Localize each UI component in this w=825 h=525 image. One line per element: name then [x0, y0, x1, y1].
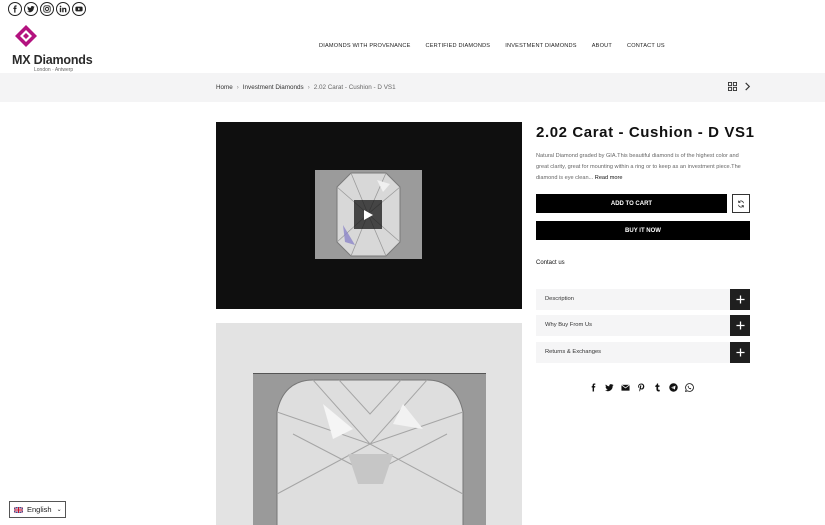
plus-icon[interactable]	[730, 342, 750, 363]
compare-button[interactable]	[732, 194, 750, 213]
grid-icon[interactable]	[728, 82, 737, 91]
product-image[interactable]	[216, 323, 522, 525]
telegram-icon[interactable]	[669, 383, 678, 392]
breadcrumb-current: 2.02 Carat - Cushion - D VS1	[313, 84, 396, 91]
uk-flag-icon	[14, 506, 23, 513]
facebook-icon[interactable]	[589, 383, 598, 392]
nav-item-diamonds-with-provenance[interactable]: DIAMONDS WITH PROVENANCE	[319, 43, 411, 49]
tumblr-icon[interactable]	[653, 383, 662, 392]
play-button[interactable]	[354, 200, 382, 229]
plus-icon[interactable]	[730, 315, 750, 336]
nav-item-contact-us[interactable]: CONTACT US	[627, 43, 665, 49]
buy-now-button[interactable]: BUY IT NOW	[536, 221, 750, 240]
chevron-right-icon: ›	[307, 84, 310, 91]
accordion-label: Returns & Exchanges	[545, 349, 602, 355]
email-icon[interactable]	[621, 383, 630, 392]
description-text: Natural Diamond graded by GIA.This beaut…	[536, 153, 741, 181]
accordion-why-buy[interactable]: Why Buy From Us	[536, 315, 750, 336]
instagram-icon[interactable]	[40, 2, 54, 16]
breadcrumb: Home › Investment Diamonds › 2.02 Carat …	[216, 84, 396, 91]
accordion-label: Description	[545, 296, 574, 302]
language-label: English	[27, 505, 52, 514]
pinterest-icon[interactable]	[637, 383, 646, 392]
contact-us-link[interactable]: Contact us	[536, 260, 565, 266]
twitter-icon[interactable]	[605, 383, 614, 392]
read-more-link[interactable]: Read more	[595, 175, 623, 181]
linkedin-icon[interactable]	[56, 2, 70, 16]
brand-logo[interactable]: MX Diamonds London · Antwerp	[12, 24, 102, 73]
nav-item-investment-diamonds[interactable]: INVESTMENT DIAMONDS	[505, 43, 576, 49]
share-links	[589, 383, 694, 392]
play-icon	[363, 209, 373, 220]
diamond-photo	[253, 373, 486, 525]
plus-icon[interactable]	[730, 289, 750, 310]
breadcrumb-category[interactable]: Investment Diamonds	[243, 84, 304, 91]
facebook-icon[interactable]	[8, 2, 22, 16]
refresh-icon	[738, 200, 744, 207]
add-to-cart-button[interactable]: ADD TO CART	[536, 194, 727, 213]
nav-item-about[interactable]: ABOUT	[592, 43, 612, 49]
diamond-image	[253, 374, 486, 525]
breadcrumb-bar: Home › Investment Diamonds › 2.02 Carat …	[0, 73, 825, 102]
accordion-returns[interactable]: Returns & Exchanges	[536, 342, 750, 363]
product-nav-tools	[728, 82, 752, 91]
nav-item-certified-diamonds[interactable]: CERTIFIED DIAMONDS	[426, 43, 491, 49]
chevron-right-icon: ›	[236, 84, 239, 91]
chevron-right-icon[interactable]	[743, 82, 752, 91]
youtube-icon[interactable]	[72, 2, 86, 16]
main-nav: DIAMONDS WITH PROVENANCE CERTIFIED DIAMO…	[319, 43, 665, 49]
product-title: 2.02 Carat - Cushion - D VS1	[536, 124, 755, 141]
social-links	[8, 2, 86, 16]
video-thumbnail	[315, 170, 422, 259]
whatsapp-icon[interactable]	[685, 383, 694, 392]
chevron-down-icon: ⌄	[56, 507, 62, 513]
accordion-label: Why Buy From Us	[545, 322, 593, 328]
accordion-description[interactable]: Description	[536, 289, 750, 310]
brand-name: MX Diamonds	[12, 53, 93, 67]
product-description: Natural Diamond graded by GIA.This beaut…	[536, 151, 748, 184]
diamond-logo-icon	[15, 25, 37, 47]
twitter-icon[interactable]	[24, 2, 38, 16]
breadcrumb-home[interactable]: Home	[216, 84, 233, 91]
product-video[interactable]	[216, 122, 522, 309]
language-selector[interactable]: English ⌄	[9, 501, 66, 518]
